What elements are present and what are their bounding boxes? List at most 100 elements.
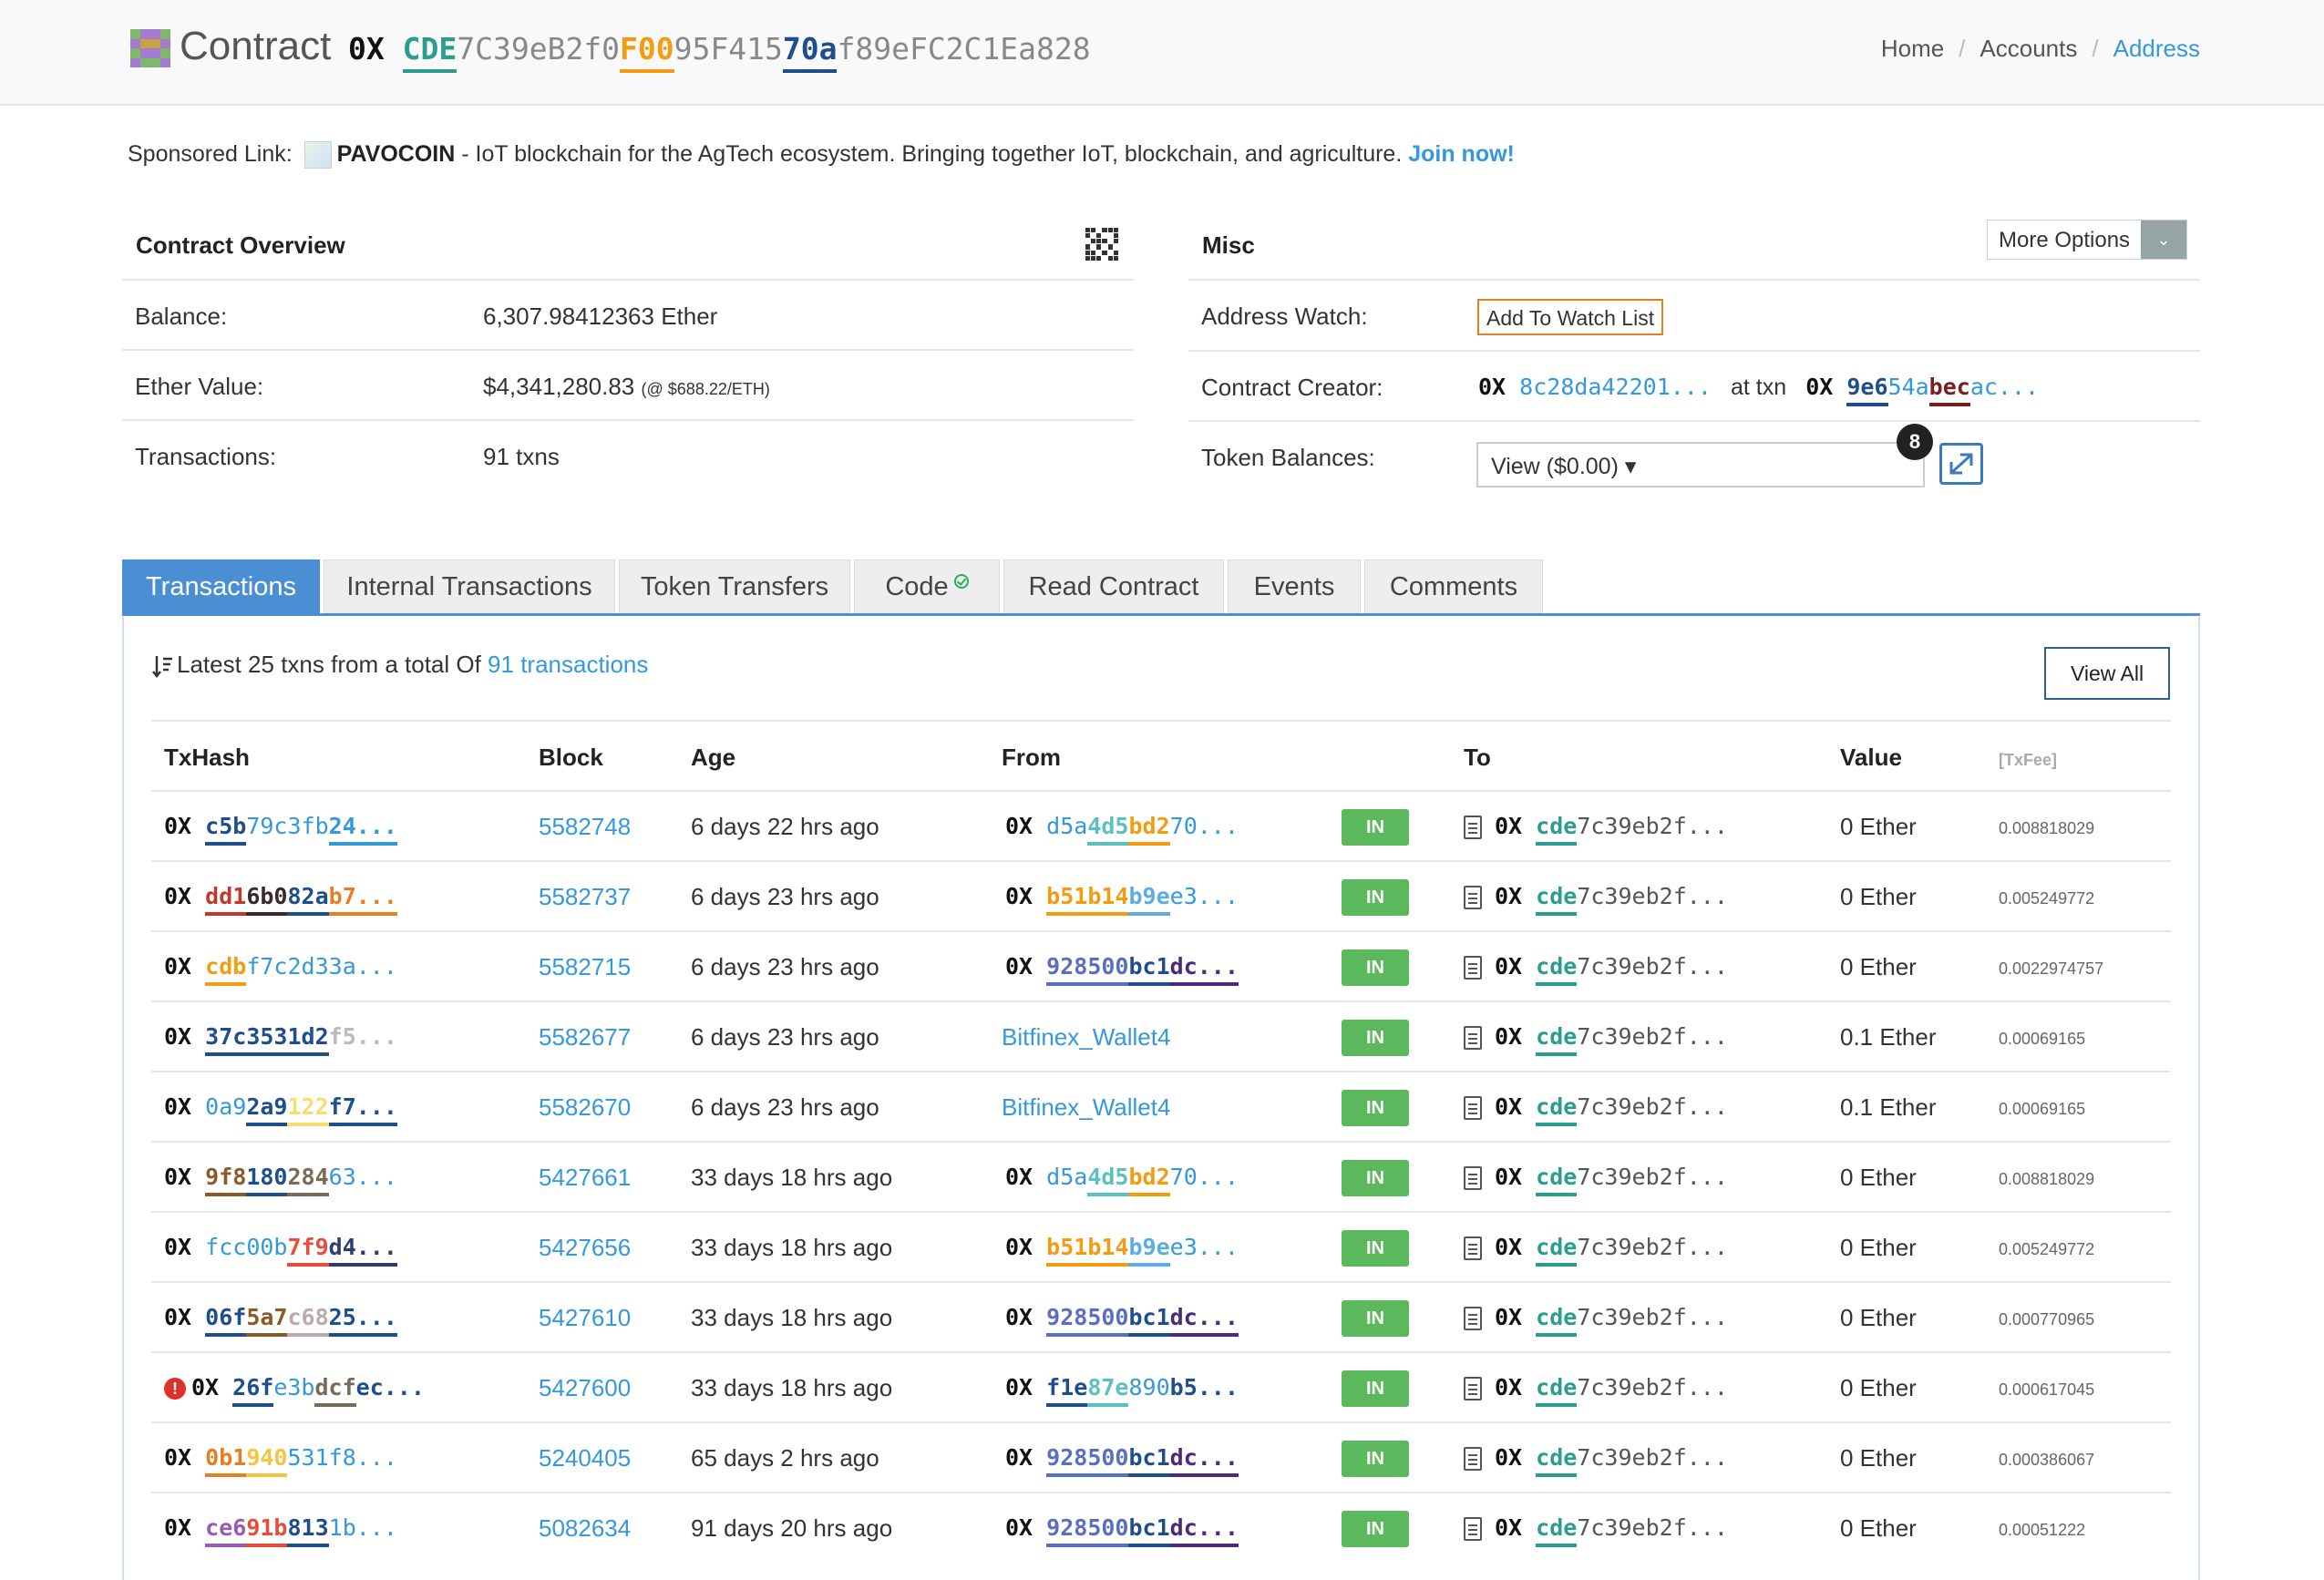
- from-prefix: 0X: [1005, 1374, 1033, 1400]
- address-segment: 500: [1087, 953, 1129, 986]
- header-age: Age: [691, 744, 736, 771]
- address-segment: bc1: [1128, 953, 1170, 986]
- address-segment: f7...: [328, 1093, 397, 1126]
- to-address-link[interactable]: 0X cde7c39eb2f...: [1495, 883, 1728, 916]
- block-link[interactable]: 5582670: [539, 1093, 631, 1122]
- to-address-link[interactable]: 0X cde7c39eb2f...: [1495, 813, 1728, 846]
- tab-internal-transactions[interactable]: Internal Transactions: [324, 559, 615, 613]
- block-link[interactable]: 5582715: [539, 953, 631, 981]
- address-segment: 7c3: [1577, 1164, 1619, 1190]
- sponsor-join-link[interactable]: Join now!: [1408, 141, 1515, 167]
- address-segment: 7c3: [1577, 1304, 1619, 1330]
- address-segment: 7c3: [1577, 1374, 1619, 1400]
- age-text: 6 days 23 hrs ago: [691, 1023, 879, 1051]
- breadcrumb-accounts[interactable]: Accounts: [1980, 35, 2077, 62]
- from-prefix: 0X: [1005, 813, 1033, 839]
- txhash-link[interactable]: 0X ce691b8131b...: [164, 1514, 397, 1547]
- tab-token-transfers[interactable]: Token Transfers: [619, 559, 850, 613]
- value-text: 0.1 Ether: [1840, 1093, 1937, 1121]
- expand-icon[interactable]: [1939, 443, 1983, 485]
- tab-code-label: Code: [885, 572, 949, 601]
- txhash-link[interactable]: 0X 26fe3bdcfec...: [191, 1374, 425, 1407]
- to-address-link[interactable]: 0X cde7c39eb2f...: [1495, 953, 1728, 986]
- address-segment: cde: [1536, 1093, 1578, 1126]
- contract-document-icon: [1464, 886, 1482, 909]
- txhash-link[interactable]: 0X cdbf7c2d33a...: [164, 953, 397, 986]
- from-prefix: 0X: [1005, 1234, 1033, 1260]
- tab-read-contract[interactable]: Read Contract: [1003, 559, 1224, 613]
- from-address-link[interactable]: 0X 928500bc1dc...: [1005, 1514, 1239, 1547]
- to-prefix: 0X: [1495, 1093, 1523, 1120]
- address-segment: e3b: [273, 1374, 315, 1400]
- address-segment: 70...: [1169, 1164, 1239, 1190]
- age-text: 6 days 23 hrs ago: [691, 953, 879, 980]
- breadcrumb: Home / Accounts / Address: [1881, 35, 2200, 63]
- tab-events[interactable]: Events: [1228, 559, 1361, 613]
- add-to-watch-list-button[interactable]: Add To Watch List: [1477, 299, 1664, 335]
- txhash-link[interactable]: 0X 06f5a7c6825...: [164, 1304, 397, 1337]
- to-address-link[interactable]: 0X cde7c39eb2f...: [1495, 1023, 1728, 1056]
- more-options-dropdown[interactable]: More Options ⌄: [1987, 220, 2188, 260]
- txhash-link[interactable]: 0X c5b79c3fb24...: [164, 813, 397, 846]
- all-transactions-link[interactable]: 91 transactions: [488, 651, 648, 678]
- qr-code-icon[interactable]: [1085, 228, 1118, 261]
- block-link[interactable]: 5240405: [539, 1444, 631, 1472]
- tab-bar: Transactions Internal Transactions Token…: [122, 559, 2200, 616]
- from-address-link[interactable]: 0X 928500bc1dc...: [1005, 953, 1239, 986]
- from-address-link[interactable]: 0X d5a4d5bd270...: [1005, 1164, 1239, 1196]
- sponsor-name[interactable]: PAVOCOIN: [337, 141, 456, 167]
- txhash-link[interactable]: 0X 0b1940531f8...: [164, 1444, 397, 1477]
- token-balances-select[interactable]: View ($0.00) ▾: [1476, 442, 1925, 487]
- to-address-link[interactable]: 0X cde7c39eb2f...: [1495, 1514, 1728, 1547]
- txhash-link[interactable]: 0X dd16b082ab7...: [164, 883, 397, 916]
- tab-code[interactable]: Code: [854, 559, 1000, 613]
- tab-transactions[interactable]: Transactions: [122, 559, 320, 613]
- summary-text: Latest 25 txns from a total Of: [177, 651, 488, 678]
- from-prefix: 0X: [1005, 1304, 1033, 1330]
- block-link[interactable]: 5427610: [539, 1304, 631, 1332]
- contract-creator-row: Contract Creator: 0X 8c28da42201... at t…: [1188, 350, 2200, 419]
- from-address-link[interactable]: Bitfinex_Wallet4: [1002, 1023, 1170, 1052]
- address-segment: b51: [1046, 1234, 1088, 1267]
- to-address-link[interactable]: 0X cde7c39eb2f...: [1495, 1234, 1728, 1267]
- from-address-link[interactable]: Bitfinex_Wallet4: [1002, 1093, 1170, 1122]
- to-address-link[interactable]: 0X cde7c39eb2f...: [1495, 1374, 1728, 1407]
- from-address-link[interactable]: 0X 928500bc1dc...: [1005, 1444, 1239, 1477]
- block-link[interactable]: 5582748: [539, 813, 631, 841]
- txhash-link[interactable]: 0X 0a92a9122f7...: [164, 1093, 397, 1126]
- from-address-link[interactable]: 0X b51b14b9ee3...: [1005, 883, 1239, 916]
- block-link[interactable]: 5082634: [539, 1514, 631, 1543]
- address-segment: b14: [1087, 883, 1129, 916]
- from-address-link[interactable]: 0X 928500bc1dc...: [1005, 1304, 1239, 1337]
- view-all-button[interactable]: View All: [2044, 647, 2170, 700]
- block-link[interactable]: 5582737: [539, 883, 631, 911]
- block-link[interactable]: 5427600: [539, 1374, 631, 1402]
- from-address-link[interactable]: 0X f1e87e890b5...: [1005, 1374, 1239, 1407]
- to-address-link[interactable]: 0X cde7c39eb2f...: [1495, 1304, 1728, 1337]
- address-segment: 500: [1087, 1444, 1129, 1477]
- address-segment: f5...: [328, 1023, 397, 1050]
- block-link[interactable]: 5427656: [539, 1234, 631, 1262]
- to-address-link[interactable]: 0X cde7c39eb2f...: [1495, 1093, 1728, 1126]
- address-segment: 2f...: [1659, 813, 1728, 839]
- address-segment: 2f...: [1659, 1514, 1728, 1541]
- txfee-text: 0.00069165: [1999, 1030, 2086, 1048]
- address-segment: cde: [1536, 813, 1578, 846]
- tab-comments[interactable]: Comments: [1364, 559, 1543, 613]
- creator-txn-link[interactable]: 9e654abecac...: [1846, 374, 2039, 406]
- txhash-link[interactable]: 0X 37c3531d2f5...: [164, 1023, 397, 1056]
- to-address-link[interactable]: 0X cde7c39eb2f...: [1495, 1164, 1728, 1196]
- to-address-link[interactable]: 0X cde7c39eb2f...: [1495, 1444, 1728, 1477]
- txhash-link[interactable]: 0X fcc00b7f9d4...: [164, 1234, 397, 1267]
- block-link[interactable]: 5427661: [539, 1164, 631, 1192]
- txhash-prefix: 0X: [164, 813, 192, 839]
- address-segment: 122: [287, 1093, 329, 1126]
- txhash-link[interactable]: 0X 9f818028463...: [164, 1164, 397, 1196]
- from-address-link[interactable]: 0X b51b14b9ee3...: [1005, 1234, 1239, 1267]
- address-segment: dc...: [1169, 1514, 1239, 1547]
- address-segment: 70a: [782, 31, 838, 73]
- breadcrumb-home[interactable]: Home: [1881, 35, 1944, 62]
- block-link[interactable]: 5582677: [539, 1023, 631, 1052]
- from-address-link[interactable]: 0X d5a4d5bd270...: [1005, 813, 1239, 846]
- creator-address-link[interactable]: 8c28da42201...: [1519, 374, 1712, 400]
